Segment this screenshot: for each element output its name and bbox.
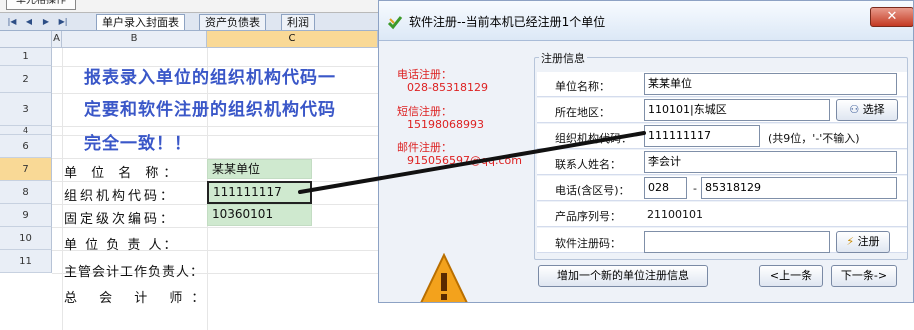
prev-record-button[interactable]: <上一条 <box>759 265 823 287</box>
org-code-hint: (共9位，'-'不输入) <box>768 132 860 145</box>
last-sheet-icon[interactable]: ▶| <box>57 16 69 28</box>
grid-line <box>62 48 63 330</box>
sheet-tab-bar: |◀ ◀ ▶ ▶| 单户录入封面表 资产负债表 利润 <box>0 13 378 31</box>
serial-field-label: 产品序列号： <box>555 210 621 223</box>
grid-line <box>52 126 378 127</box>
prev-sheet-icon[interactable]: ◀ <box>23 16 35 28</box>
area-code-input[interactable]: 028 <box>644 177 687 199</box>
level-code-cell[interactable]: 10360101 <box>207 204 312 226</box>
unit-name-field-label: 单位名称： <box>555 80 610 93</box>
level-code-label: 固定级次编码： <box>64 212 177 227</box>
region-input[interactable]: 110101|东城区 <box>644 99 830 121</box>
dialog-title: 软件注册--当前本机已经注册1个单位 <box>409 15 606 29</box>
tab-cover-sheet[interactable]: 单户录入封面表 <box>96 14 185 30</box>
registration-dialog: 软件注册--当前本机已经注册1个单位 ✕ 电话注册： 028-85318129 … <box>378 0 914 303</box>
add-unit-button[interactable]: 增加一个新的单位注册信息 <box>538 265 708 287</box>
tab-balance-sheet[interactable]: 资产负债表 <box>199 14 266 30</box>
org-code-label: 组织机构代码： <box>64 189 177 204</box>
cell-operation-button[interactable]: 单元格操作 <box>6 0 76 10</box>
contact-name-field-label: 联系人姓名： <box>555 158 621 171</box>
phone-input[interactable]: 85318129 <box>701 177 897 199</box>
instruction-note-line: 定要和软件注册的组织机构代码 <box>84 100 336 120</box>
contact-name-input[interactable]: 李会计 <box>644 151 897 173</box>
warning-icon <box>420 253 468 302</box>
accounting-head-label: 主管会计工作负责人： <box>64 265 205 280</box>
screenshot-stage: 单元格操作 |◀ ◀ ▶ ▶| 单户录入封面表 资产负债表 利润 A B C 1… <box>0 0 914 330</box>
instruction-note-line: 完全一致！！ <box>84 134 192 154</box>
select-region-label: 选择 <box>862 103 885 116</box>
select-region-button[interactable]: ⚇ 选择 <box>836 99 898 121</box>
unit-head-label: 单 位 负 责 人： <box>64 238 179 253</box>
org-code-input[interactable]: 111111117 <box>644 125 760 147</box>
row-header[interactable]: 1 <box>0 48 52 66</box>
lightning-icon: ⚡ <box>846 235 855 248</box>
first-sheet-icon[interactable]: |◀ <box>6 16 18 28</box>
instruction-note-line: 报表录入单位的组织机构代码一 <box>84 68 336 88</box>
column-header-b[interactable]: B <box>62 31 207 48</box>
sheet-toolbar: 单元格操作 <box>0 0 378 13</box>
registration-info-title: 注册信息 <box>539 50 587 66</box>
phone-register-info: 电话注册： 028-85318129 <box>397 68 488 94</box>
unit-name-label: 单 位 名 称： <box>64 166 182 181</box>
unit-name-input[interactable]: 某某单位 <box>644 73 897 95</box>
reg-code-input[interactable] <box>644 231 830 253</box>
sms-register-info: 短信注册： 15198068993 <box>397 105 484 131</box>
row-header[interactable]: 11 <box>0 250 52 273</box>
column-header-a[interactable]: A <box>52 31 62 48</box>
column-header-c[interactable]: C <box>207 31 378 48</box>
spreadsheet-panel: 单元格操作 |◀ ◀ ▶ ▶| 单户录入封面表 资产负债表 利润 A B C 1… <box>0 0 378 330</box>
tab-profit-sheet[interactable]: 利润 <box>281 14 315 30</box>
serial-value: 21100101 <box>647 208 703 221</box>
app-check-icon <box>387 16 403 30</box>
phone-register-label: 电话注册： <box>397 68 452 81</box>
phone-register-number: 028-85318129 <box>407 81 488 94</box>
unit-name-cell[interactable]: 某某单位 <box>207 159 312 179</box>
sheet-nav: |◀ ◀ ▶ ▶| <box>6 16 69 28</box>
row-header[interactable]: 8 <box>0 181 52 204</box>
sms-register-label: 短信注册： <box>397 105 452 118</box>
row-header[interactable]: 4 <box>0 126 52 135</box>
row-header[interactable]: 10 <box>0 227 52 250</box>
org-code-field-label: 组织机构代码： <box>555 132 632 145</box>
row-header[interactable]: 2 <box>0 66 52 93</box>
select-all-corner[interactable] <box>0 31 52 48</box>
grid-line <box>52 93 378 94</box>
chief-accountant-label: 总 会 计 师： <box>64 291 214 306</box>
phone-field-label: 电话(含区号)： <box>555 184 630 197</box>
email-register-info: 邮件注册： 915056597@qq.com <box>397 141 522 167</box>
email-register-address: 915056597@qq.com <box>407 154 522 167</box>
sms-register-number: 15198068993 <box>407 118 484 131</box>
reg-code-field-label: 软件注册码： <box>555 237 621 250</box>
dialog-title-bar: 软件注册--当前本机已经注册1个单位 ✕ <box>379 1 913 41</box>
row-header[interactable]: 6 <box>0 135 52 158</box>
register-button[interactable]: ⚡ 注册 <box>836 231 890 253</box>
next-sheet-icon[interactable]: ▶ <box>40 16 52 28</box>
email-register-label: 邮件注册： <box>397 141 452 154</box>
phone-dash: - <box>693 182 697 195</box>
row-header[interactable]: 7 <box>0 158 52 181</box>
row-header[interactable]: 3 <box>0 93 52 126</box>
binoculars-icon: ⚇ <box>849 103 860 116</box>
next-record-button[interactable]: 下一条-> <box>831 265 897 287</box>
org-code-cell[interactable]: 111111117 <box>207 181 312 204</box>
region-field-label: 所在地区： <box>555 106 610 119</box>
register-label: 注册 <box>857 235 880 248</box>
close-button[interactable]: ✕ <box>870 7 913 27</box>
grid-line <box>52 227 378 228</box>
row-header[interactable]: 9 <box>0 204 52 227</box>
